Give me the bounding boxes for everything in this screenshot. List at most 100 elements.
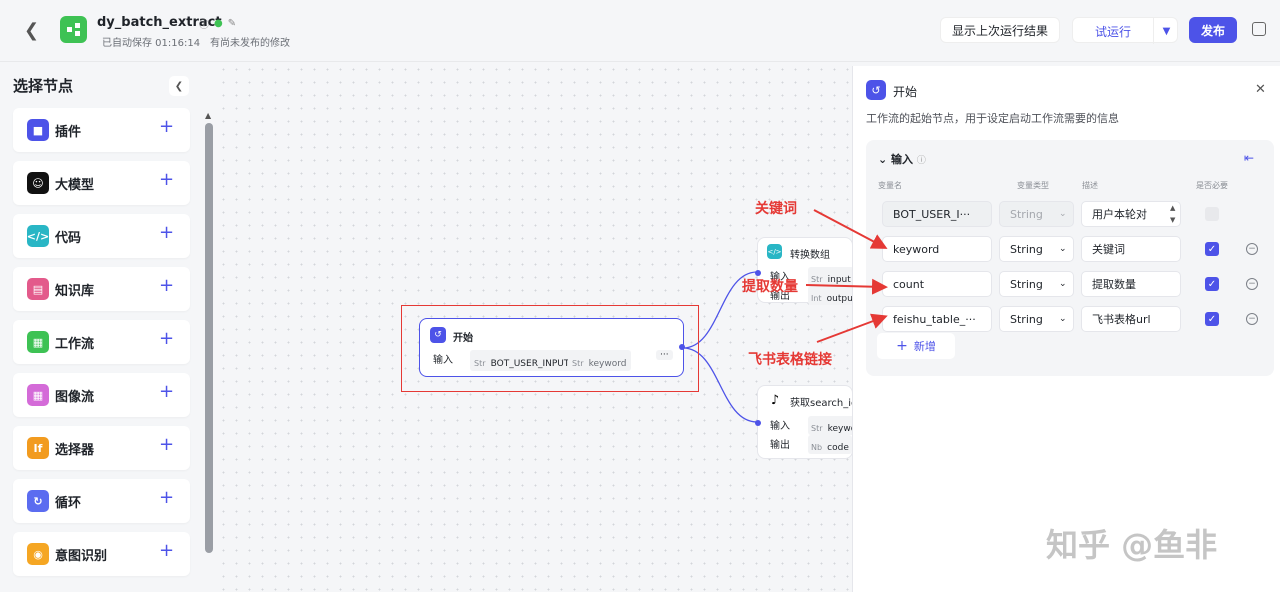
chevron-down-icon[interactable]: ▼ [1153,18,1179,44]
col-name-header: 变量名 [878,181,902,190]
unpublished-status: 有尚未发布的修改 [210,38,290,49]
panel-description: 工作流的起始节点，用于设定启动工作流需要的信息 [866,112,1119,125]
imageflow-icon: ▦ [27,384,49,406]
plus-icon[interactable]: + [159,275,174,296]
test-run-button[interactable]: 试运行 ▼ [1072,17,1179,44]
sidebar-item-label: 意图识别 [55,549,108,564]
annotation-keyword: 关键词 [755,201,797,217]
plus-icon[interactable]: + [159,222,174,243]
code-icon: </> [27,225,49,247]
chevron-down-icon: ⌄ [1059,314,1067,324]
search-output-var: Nb code [808,435,852,454]
close-icon[interactable]: ✕ [1255,82,1266,97]
remove-icon[interactable]: − [1246,243,1258,255]
get-search-node[interactable]: ♪ 获取search_ic 输入 Str keywor 输出 Nb code [755,385,863,459]
sidebar-item-label: 选择器 [55,443,95,458]
plus-icon[interactable]: + [159,169,174,190]
plus-icon[interactable]: + [159,487,174,508]
sidebar-item-label: 知识库 [55,284,95,299]
var-type-select[interactable]: String ⌄ [999,236,1074,262]
var-desc-field[interactable]: 提取数量 [1081,271,1181,297]
col-type-header: 变量类型 [1017,181,1049,190]
remove-icon[interactable]: − [1246,278,1258,290]
chevron-down-icon: ⌄ [1059,244,1067,254]
collapse-icon[interactable]: ❮ [169,76,189,96]
knowledge-icon: ▤ [27,278,49,300]
import-icon[interactable]: ⇤ [1244,151,1254,165]
highlight-box [401,305,699,392]
required-checkbox[interactable]: ✓ [1205,242,1219,256]
sidebar-item-plugin[interactable]: ■ 插件 + [13,108,190,152]
code-icon: </> [767,244,782,259]
loop-icon: ↻ [27,490,49,512]
test-run-label: 试运行 [1095,25,1132,39]
remove-icon[interactable]: − [1246,313,1258,325]
required-checkbox [1205,207,1219,221]
sidebar-item-intent[interactable]: ◉ 意图识别 + [13,532,190,576]
input-section: ⌄ 输入 ⓘ ⇤ 变量名 变量类型 描述 是否必要 BOT_USER_I··· … [866,140,1274,376]
plus-icon[interactable]: + [159,434,174,455]
publish-button[interactable]: 发布 [1189,17,1237,43]
plus-icon[interactable]: + [159,116,174,137]
var-desc-field[interactable]: 飞书表格url [1081,306,1181,332]
info-icon: ⓘ [199,20,209,31]
col-required-header: 是否必要 [1196,181,1228,190]
input-port[interactable] [755,420,761,426]
chevron-down-icon: ⌄ [1059,209,1067,219]
sidebar-item-label: 大模型 [55,178,95,193]
scroll-up-icon[interactable]: ▲ [205,111,211,120]
back-icon[interactable]: ❮ [24,20,39,41]
var-desc-field[interactable]: 用户本轮对 [1081,201,1181,227]
convert-input-var: Str input [808,267,854,286]
var-type-select[interactable]: String ⌄ [999,271,1074,297]
var-name-field[interactable]: count [882,271,992,297]
chevron-down-icon: ⌄ [1059,279,1067,289]
search-node-title: 获取search_ic [790,398,857,409]
top-bar: ❮ dy_batch_extract ⓘ ● ✎ 已自动保存 01:16:14 … [0,0,1280,62]
check-icon: ● [214,18,223,29]
required-checkbox[interactable]: ✓ [1205,312,1219,326]
sidebar-item-knowledge[interactable]: ▤ 知识库 + [13,267,190,311]
input-section-title: 输入 [891,153,914,166]
search-output-label: 输出 [770,440,790,451]
required-checkbox[interactable]: ✓ [1205,277,1219,291]
sidebar-item-label: 工作流 [55,337,95,352]
sidebar-item-label: 插件 [55,125,82,140]
var-type-select: String ⌄ [999,201,1074,227]
col-desc-header: 描述 [1082,181,1098,190]
plus-icon: + [896,338,908,354]
plus-icon[interactable]: + [159,328,174,349]
sidebar-scrollbar[interactable] [205,123,213,553]
start-node-panel: ↺ 开始 ✕ 工作流的起始节点，用于设定启动工作流需要的信息 ⌄ 输入 ⓘ ⇤ … [852,66,1280,592]
panel-title: 开始 [893,85,918,99]
scroll-arrows-icon[interactable]: ▲ ▼ [1170,202,1175,226]
var-name-field[interactable]: feishu_table_··· [882,306,992,332]
sidebar-title: 选择节点 [13,77,74,95]
plus-icon[interactable]: + [159,381,174,402]
sidebar-item-loop[interactable]: ↻ 循环 + [13,479,190,523]
annotation-feishu: 飞书表格链接 [748,352,832,368]
add-variable-button[interactable]: + 新增 [877,333,955,359]
var-desc-field[interactable]: 关键词 [1081,236,1181,262]
var-name-field[interactable]: keyword [882,236,992,262]
plus-icon[interactable]: + [159,540,174,561]
llm-icon: ☺ [27,172,49,194]
watermark: 知乎 @鱼非 [1046,526,1218,564]
sidebar-item-selector[interactable]: If 选择器 + [13,426,190,470]
input-section-header[interactable]: ⌄ 输入 ⓘ [878,151,926,167]
show-last-result-button[interactable]: 显示上次运行结果 [940,17,1060,43]
sidebar-item-label: 代码 [55,231,82,246]
start-icon: ↺ [866,80,886,100]
sidebar-item-llm[interactable]: ☺ 大模型 + [13,161,190,205]
workflow-icon: ▦ [27,331,49,353]
edit-icon[interactable]: ✎ [228,18,236,29]
convert-node-title: 转换数组 [790,250,830,261]
sidebar-item-code[interactable]: </> 代码 + [13,214,190,258]
var-name-field: BOT_USER_I··· [882,201,992,227]
sidebar-item-label: 循环 [55,496,82,511]
copy-icon[interactable] [1252,22,1266,36]
sidebar-item-workflow[interactable]: ▦ 工作流 + [13,320,190,364]
search-input-label: 输入 [770,421,790,432]
var-type-select[interactable]: String ⌄ [999,306,1074,332]
sidebar-item-imageflow[interactable]: ▦ 图像流 + [13,373,190,417]
